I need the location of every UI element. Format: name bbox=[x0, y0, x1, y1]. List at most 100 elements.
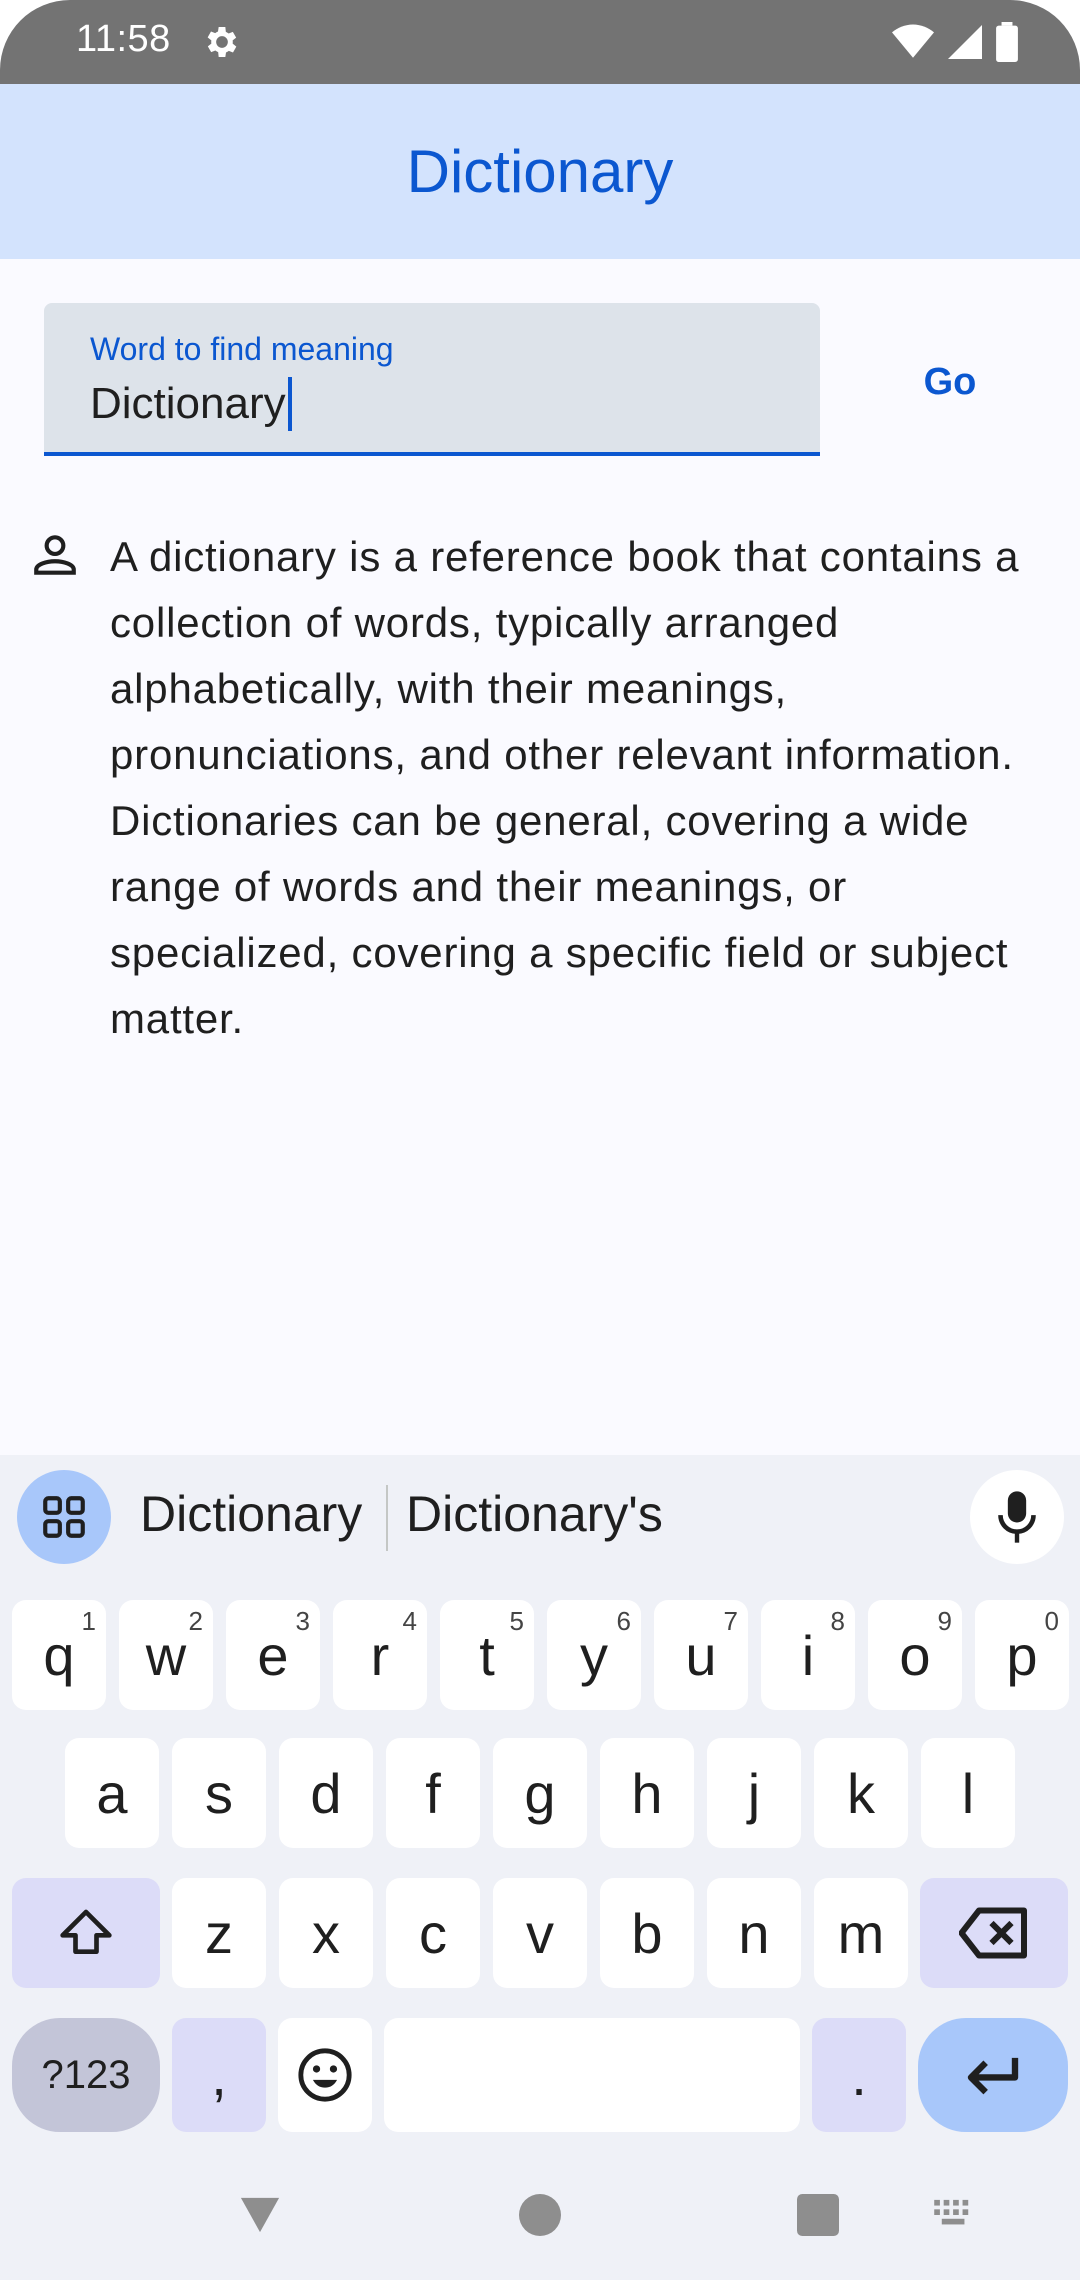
settings-icon bbox=[207, 27, 237, 57]
comma-key[interactable]: , bbox=[172, 2018, 266, 2132]
key-e[interactable]: e3 bbox=[226, 1600, 320, 1710]
key-label: n bbox=[738, 1901, 770, 1965]
keyboard-apps-button[interactable] bbox=[17, 1470, 111, 1564]
key-v[interactable]: v bbox=[493, 1878, 587, 1988]
key-label: c bbox=[419, 1901, 447, 1965]
key-hint: 8 bbox=[830, 1606, 845, 1636]
keyboard-switch-button[interactable] bbox=[930, 2190, 980, 2240]
backspace-key[interactable] bbox=[920, 1878, 1068, 1988]
definition-text: A dictionary is a reference book that co… bbox=[110, 533, 1020, 1042]
key-h[interactable]: h bbox=[600, 1738, 694, 1848]
key-s[interactable]: s bbox=[172, 1738, 266, 1848]
key-label: f bbox=[425, 1761, 441, 1825]
suggestion-2[interactable]: Dictionary's bbox=[406, 1485, 663, 1543]
key-label: l bbox=[961, 1761, 975, 1825]
app-title: Dictionary bbox=[406, 138, 674, 205]
key-hint: 4 bbox=[402, 1606, 417, 1636]
key-o[interactable]: o9 bbox=[868, 1600, 962, 1710]
emoji-icon bbox=[298, 2048, 352, 2102]
key-label: x bbox=[312, 1901, 340, 1965]
key-q[interactable]: q1 bbox=[12, 1600, 106, 1710]
key-j[interactable]: j bbox=[707, 1738, 801, 1848]
home-circle-icon bbox=[519, 2194, 561, 2236]
key-x[interactable]: x bbox=[279, 1878, 373, 1988]
enter-key[interactable] bbox=[918, 2018, 1068, 2132]
key-hint: 3 bbox=[295, 1606, 310, 1636]
key-label: j bbox=[747, 1761, 761, 1825]
mic-button[interactable] bbox=[970, 1470, 1064, 1564]
suggestion-1[interactable]: Dictionary bbox=[140, 1485, 362, 1543]
key-label: h bbox=[631, 1761, 663, 1825]
key-label: k bbox=[847, 1761, 875, 1825]
screen: 11:58 Dictionary Word to find meaning Di… bbox=[0, 0, 1080, 2280]
key-label: y bbox=[580, 1623, 608, 1687]
signal-icon bbox=[948, 25, 982, 59]
key-hint: 1 bbox=[81, 1606, 96, 1636]
word-input-value-wrap: Dictionary bbox=[90, 377, 292, 431]
key-i[interactable]: i8 bbox=[761, 1600, 855, 1710]
key-label: m bbox=[837, 1901, 885, 1965]
person-icon bbox=[34, 535, 76, 575]
home-button[interactable] bbox=[510, 2185, 570, 2245]
key-u[interactable]: u7 bbox=[654, 1600, 748, 1710]
key-label: r bbox=[370, 1623, 390, 1687]
key-label: d bbox=[310, 1761, 342, 1825]
key-label: q bbox=[43, 1623, 75, 1687]
key-z[interactable]: z bbox=[172, 1878, 266, 1988]
key-m[interactable]: m bbox=[814, 1878, 908, 1988]
key-label: i bbox=[801, 1623, 815, 1687]
period-key[interactable]: . bbox=[812, 2018, 906, 2132]
suggestion-strip: Dictionary Dictionary's bbox=[0, 1455, 1080, 1580]
key-f[interactable]: f bbox=[386, 1738, 480, 1848]
key-label: a bbox=[96, 1761, 128, 1825]
recents-square-icon bbox=[797, 2194, 839, 2236]
shift-icon bbox=[60, 1909, 112, 1954]
key-g[interactable]: g bbox=[493, 1738, 587, 1848]
key-b[interactable]: b bbox=[600, 1878, 694, 1988]
key-label: t bbox=[479, 1623, 495, 1687]
symbols-key[interactable]: ?123 bbox=[12, 2018, 160, 2132]
space-key[interactable] bbox=[384, 2018, 800, 2132]
go-button[interactable]: Go bbox=[880, 340, 1020, 424]
key-label: s bbox=[205, 1761, 233, 1825]
key-t[interactable]: t5 bbox=[440, 1600, 534, 1710]
key-hint: 9 bbox=[937, 1606, 952, 1636]
key-k[interactable]: k bbox=[814, 1738, 908, 1848]
key-p[interactable]: p0 bbox=[975, 1600, 1069, 1710]
word-input[interactable]: Word to find meaning Dictionary bbox=[44, 303, 820, 456]
key-hint: 0 bbox=[1044, 1606, 1059, 1636]
status-icons bbox=[892, 22, 1018, 62]
key-a[interactable]: a bbox=[65, 1738, 159, 1848]
grid-icon bbox=[43, 1496, 85, 1538]
back-triangle-icon bbox=[240, 2197, 280, 2233]
shift-key[interactable] bbox=[12, 1878, 160, 1988]
key-label: o bbox=[899, 1623, 931, 1687]
key-y[interactable]: y6 bbox=[547, 1600, 641, 1710]
key-hint: 7 bbox=[723, 1606, 738, 1636]
wifi-icon bbox=[892, 24, 934, 58]
backspace-icon bbox=[959, 1907, 1027, 1959]
mic-icon bbox=[998, 1491, 1036, 1543]
keyboard-icon bbox=[934, 2199, 969, 2225]
back-button[interactable] bbox=[230, 2185, 290, 2245]
word-input-label: Word to find meaning bbox=[90, 331, 394, 367]
suggestion-divider bbox=[386, 1485, 388, 1551]
key-d[interactable]: d bbox=[279, 1738, 373, 1848]
text-cursor bbox=[287, 377, 292, 431]
recents-button[interactable] bbox=[788, 2185, 848, 2245]
key-r[interactable]: r4 bbox=[333, 1600, 427, 1710]
key-hint: 6 bbox=[616, 1606, 631, 1636]
key-label: e bbox=[257, 1623, 289, 1687]
key-label: w bbox=[145, 1623, 187, 1687]
status-bar: 11:58 bbox=[0, 0, 1080, 84]
key-c[interactable]: c bbox=[386, 1878, 480, 1988]
key-label: v bbox=[526, 1901, 554, 1965]
key-w[interactable]: w2 bbox=[119, 1600, 213, 1710]
key-label: g bbox=[524, 1761, 556, 1825]
key-n[interactable]: n bbox=[707, 1878, 801, 1988]
key-l[interactable]: l bbox=[921, 1738, 1015, 1848]
key-label: p bbox=[1006, 1623, 1038, 1687]
key-label: u bbox=[685, 1623, 717, 1687]
emoji-key[interactable] bbox=[278, 2018, 372, 2132]
word-input-value: Dictionary bbox=[90, 379, 286, 428]
